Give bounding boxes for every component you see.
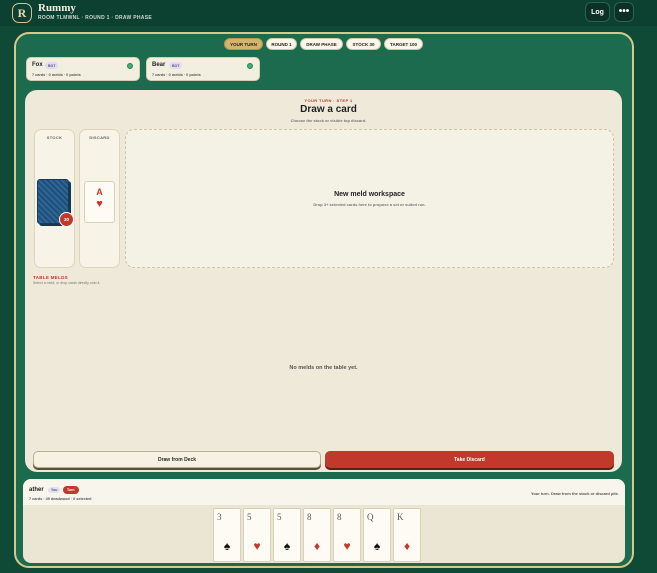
step-kicker: YOUR TURN · STEP 1 — [304, 98, 353, 103]
card-rank: 3 — [217, 512, 222, 522]
hand-card[interactable]: K ♦ — [393, 508, 421, 562]
room-info: ROOM TLMWNL · ROUND 1 · DRAW PHASE — [38, 15, 152, 21]
step-title: Draw a card — [300, 104, 357, 115]
opponent-stats: 7 cards · 0 melds · 0 points — [152, 73, 201, 77]
stock-count-badge: 30 — [59, 212, 74, 227]
card-rank: 8 — [337, 512, 342, 522]
opponent-card-bear: Bear BOT 7 cards · 0 melds · 0 points — [146, 57, 260, 81]
diamond-suit-icon: ♦ — [313, 539, 321, 553]
spade-suit-icon: ♠ — [223, 539, 231, 553]
hand-card[interactable]: 8 ♦ — [303, 508, 331, 562]
hand-card[interactable]: 3 ♠ — [213, 508, 241, 562]
opponent-stats: 7 cards · 0 melds · 0 points — [32, 73, 81, 77]
diamond-suit-icon: ♦ — [403, 539, 411, 553]
opponent-name: Bear — [152, 62, 166, 68]
heart-suit-icon: ♥ — [96, 198, 103, 210]
player-header: ather You Turn 7 cards · 49 deadwood · 0… — [23, 479, 625, 505]
draw-from-deck-button[interactable]: Draw from Deck — [33, 451, 321, 468]
card-rank: 8 — [307, 512, 312, 522]
hand-card[interactable]: 5 ♥ — [243, 508, 271, 562]
workspace-title: New meld workspace — [334, 191, 405, 198]
app-logo: R — [12, 3, 32, 23]
discard-top-card[interactable]: A ♥ — [84, 181, 115, 223]
turn-message: Your turn. Draw from the stock or discar… — [531, 491, 619, 496]
turn-badge: Turn — [63, 486, 79, 494]
take-discard-button[interactable]: Take Discard — [325, 451, 614, 468]
status-pill-target: TARGET 100 — [384, 38, 423, 50]
empty-melds-message: No melds on the table yet. — [289, 365, 358, 371]
player-name: ather — [29, 487, 44, 493]
table-melds-title: TABLE MELDS — [33, 275, 68, 280]
status-pill-turn: YOUR TURN — [224, 38, 263, 50]
spade-suit-icon: ♠ — [373, 539, 381, 553]
status-pill-stock: STOCK 30 — [346, 38, 381, 50]
player-stats: 7 cards · 49 deadwood · 0 selected — [29, 497, 92, 501]
bot-badge: BOT — [169, 62, 183, 69]
hand-card[interactable]: 5 ♠ — [273, 508, 301, 562]
app-title: Rummy — [38, 2, 76, 14]
card-rank: Q — [367, 512, 374, 522]
heart-suit-icon: ♥ — [343, 539, 351, 553]
workspace-hint: Drop 3+ selected cards here to propose a… — [313, 202, 426, 207]
log-button[interactable]: Log — [585, 2, 610, 22]
card-rank: K — [397, 512, 404, 522]
discard-label: DISCARD — [89, 135, 110, 140]
top-bar — [0, 0, 657, 26]
online-status-icon — [127, 63, 133, 69]
more-menu-button[interactable]: ••• — [614, 2, 634, 22]
you-badge: You — [48, 487, 61, 493]
table-melds-hint: Select a meld, or drop cards directly on… — [33, 281, 101, 285]
stock-label: STOCK — [46, 135, 63, 140]
bot-badge: BOT — [45, 62, 59, 69]
opponent-card-fox: Fox BOT 7 cards · 0 melds · 0 points — [26, 57, 140, 81]
heart-suit-icon: ♥ — [253, 539, 261, 553]
meld-workspace-dropzone[interactable] — [125, 129, 614, 268]
card-rank: 5 — [247, 512, 252, 522]
opponent-name: Fox — [32, 62, 43, 68]
status-pill-phase: DRAW PHASE — [300, 38, 343, 50]
card-rank: A — [96, 187, 103, 197]
step-hint: Choose the stock or visible top discard. — [290, 118, 367, 123]
status-pill-round: ROUND 1 — [266, 38, 297, 50]
spade-suit-icon: ♠ — [283, 539, 291, 553]
hand-card[interactable]: Q ♠ — [363, 508, 391, 562]
hand-card[interactable]: 8 ♥ — [333, 508, 361, 562]
card-rank: 5 — [277, 512, 282, 522]
online-status-icon — [247, 63, 253, 69]
